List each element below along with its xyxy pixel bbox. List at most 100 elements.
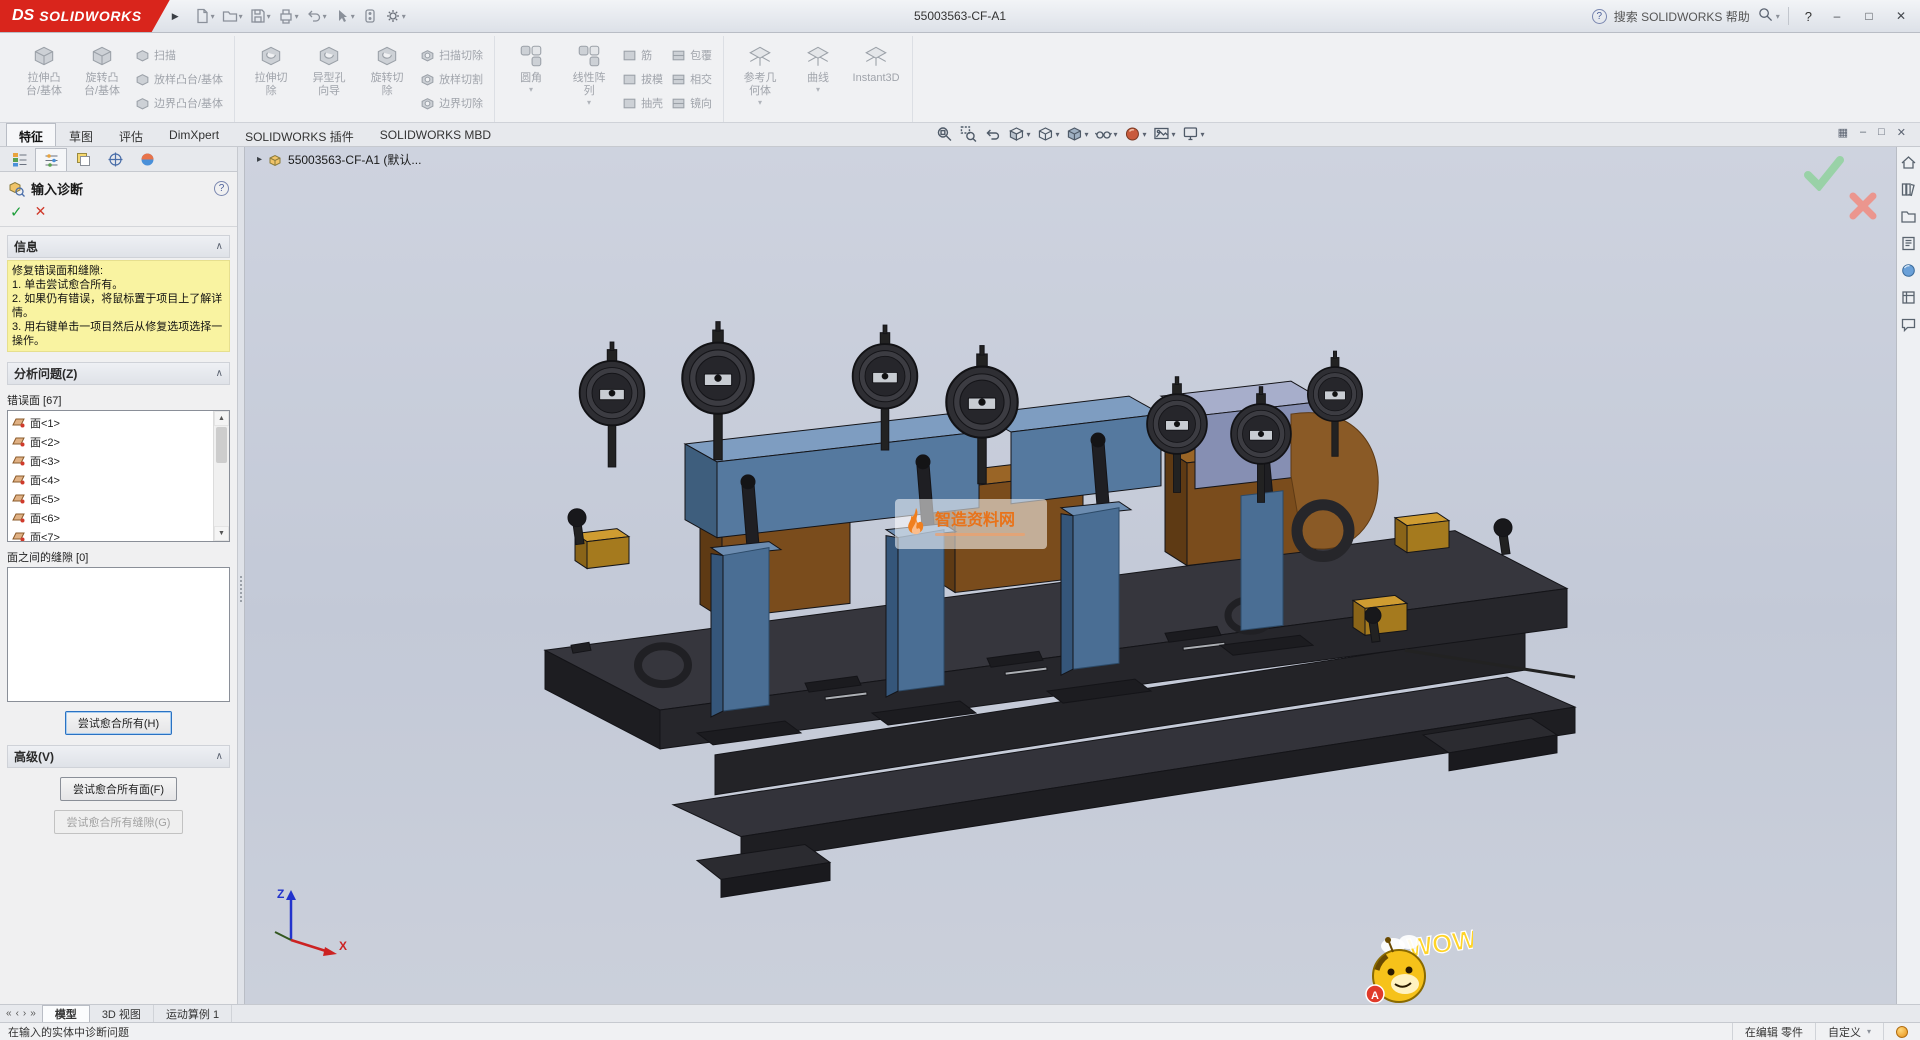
search-input[interactable]: 搜索 SOLIDWORKS 帮助 [1614,8,1750,25]
display-style-button[interactable]: ▾ [1063,124,1090,144]
model-3d[interactable] [245,147,1896,1004]
open-button[interactable]: ▾ [219,6,246,26]
graphics-viewport[interactable]: ▸ 55003563-CF-A1 (默认... 智造资料网 Z [245,147,1896,1004]
panel-help-icon[interactable]: ? [214,181,229,196]
propertymanager-tab[interactable] [35,148,67,171]
ribbon-button-small[interactable]: 相交 [667,67,716,91]
design-library-button[interactable] [1899,179,1919,199]
analyze-group-header[interactable]: 分析问题(Z) ∧ [7,362,230,385]
hide-show-items-button[interactable]: ▾ [1092,124,1119,144]
confirm-cancel-icon[interactable] [1848,191,1878,221]
menu-flyout-icon[interactable]: ▶ [172,11,179,22]
section-view-button[interactable]: ▾ [1005,124,1032,144]
tab-model[interactable]: 模型 [42,1005,90,1022]
dropdown-caret-icon[interactable]: ▾ [402,12,406,21]
tree-expand-icon[interactable]: ▸ [257,154,262,165]
faulty-faces-list[interactable]: 面<1> 面<2> 面<3> [7,410,230,542]
ribbon-button-large[interactable]: Instant3D [847,38,905,120]
face-list-item[interactable]: 面<5> [12,489,213,508]
dropdown-caret-icon[interactable]: ▾ [267,12,271,21]
search-scope-caret-icon[interactable]: ▾ [1776,12,1780,21]
ok-button[interactable]: ✓ [10,203,23,221]
list-scrollbar[interactable]: ▲ ▼ [213,411,229,541]
units-selector[interactable]: 自定义 ▾ [1815,1023,1883,1040]
ribbon-button-large[interactable]: 拉伸切 除 [242,38,300,120]
heal-all-button[interactable]: 尝试愈合所有(H) [65,711,172,735]
dropdown-caret-icon[interactable]: ▾ [351,12,355,21]
next-tab-button[interactable]: › [23,1008,26,1019]
help-button[interactable]: ? [1797,9,1820,24]
view-orientation-button[interactable]: ▾ [1034,124,1061,144]
dropdown-caret-icon[interactable]: ▾ [1143,130,1147,139]
heal-all-gaps-button[interactable]: 尝试愈合所有缝隙(G) [54,810,184,834]
scroll-thumb[interactable] [216,427,227,463]
ribbon-button-small[interactable]: 筋 [618,43,667,67]
heal-all-faces-button[interactable]: 尝试愈合所有面(F) [60,777,177,801]
undo-button[interactable]: ▾ [303,6,330,26]
collapse-caret-icon[interactable]: ∧ [216,241,223,252]
dropdown-caret-icon[interactable]: ▾ [1201,130,1205,139]
dropdown-caret-icon[interactable]: ▾ [295,12,299,21]
panel-splitter[interactable] [237,147,245,1004]
appearances-button[interactable] [1899,260,1919,280]
ribbon-button-large[interactable]: 曲线 ▾ [789,38,847,120]
ribbon-button-small[interactable]: 包覆 [667,43,716,67]
zoom-fit-button[interactable] [933,124,955,144]
tab-addins[interactable]: SOLIDWORKS 插件 [232,123,367,146]
options-button[interactable]: ▾ [382,6,409,26]
advanced-group-header[interactable]: 高级(V) ∧ [7,745,230,768]
ribbon-button-large[interactable]: 圆角 ▾ [502,38,560,120]
custom-properties-button[interactable] [1899,287,1919,307]
dropdown-caret-icon[interactable]: ▾ [1172,130,1176,139]
featuremanager-tab[interactable] [3,148,35,171]
prev-tab-button[interactable]: ‹ [16,1008,19,1019]
resources-home-button[interactable] [1899,152,1919,172]
dropdown-caret-icon[interactable]: ▾ [323,12,327,21]
scroll-down-button[interactable]: ▼ [214,526,229,541]
ribbon-button-small[interactable]: 扫描切除 [416,43,487,67]
ribbon-button-small[interactable]: 边界切除 [416,91,487,115]
face-list-item[interactable]: 面<6> [12,508,213,527]
face-list-item[interactable]: 面<3> [12,451,213,470]
status-ball-icon[interactable] [1896,1026,1908,1038]
dropdown-caret-icon[interactable]: ▾ [1026,130,1030,139]
restore-button[interactable]: □ [1854,4,1884,28]
tab-evaluate[interactable]: 评估 [106,123,156,146]
ribbon-button-large[interactable]: 线性阵 列 ▾ [560,38,618,120]
ribbon-button-small[interactable]: 拔模 [618,67,667,91]
ribbon-button-large[interactable]: 旋转凸 台/基体 [73,38,131,120]
doc-close-icon[interactable]: ✕ [1897,126,1906,139]
save-button[interactable]: ▾ [247,6,274,26]
apply-scene-button[interactable]: ▾ [1151,124,1178,144]
ribbon-button-large[interactable]: 拉伸凸 台/基体 [15,38,73,120]
ribbon-button-small[interactable]: 抽壳 [618,91,667,115]
face-list-item[interactable]: 面<4> [12,470,213,489]
ribbon-button-small[interactable]: 边界凸台/基体 [131,91,227,115]
face-list-item[interactable]: 面<1> [12,413,213,432]
collapse-caret-icon[interactable]: ∧ [216,368,223,379]
face-list-item[interactable]: 面<7> [12,527,213,541]
confirm-ok-icon[interactable] [1804,155,1844,191]
cancel-button[interactable]: ✕ [35,203,47,221]
dropdown-caret-icon[interactable]: ▾ [1084,130,1088,139]
tab-dimxpert[interactable]: DimXpert [156,123,232,146]
view-palette-button[interactable] [1899,233,1919,253]
ribbon-button-large[interactable]: 异型孔 向导 [300,38,358,120]
tab-mbd[interactable]: SOLIDWORKS MBD [367,123,504,146]
ribbon-button-large[interactable]: 参考几 何体 ▾ [731,38,789,120]
dropdown-caret-icon[interactable]: ▾ [1055,130,1059,139]
dropdown-caret-icon[interactable]: ▾ [1113,130,1117,139]
face-list-item[interactable]: 面<2> [12,432,213,451]
scroll-track[interactable] [214,426,229,526]
ribbon-button-small[interactable]: 扫描 [131,43,227,67]
dropdown-caret-icon[interactable]: ▾ [211,12,215,21]
close-button[interactable]: ✕ [1886,4,1916,28]
doc-minimize-icon[interactable]: – [1860,126,1866,139]
view-settings-button[interactable]: ▾ [1180,124,1207,144]
rebuild-button[interactable] [359,6,381,26]
collapse-caret-icon[interactable]: ∧ [216,751,223,762]
select-button[interactable]: ▾ [331,6,358,26]
minimize-button[interactable]: – [1822,4,1852,28]
search-help-icon[interactable]: ? [1592,9,1607,24]
print-button[interactable]: ▾ [275,6,302,26]
